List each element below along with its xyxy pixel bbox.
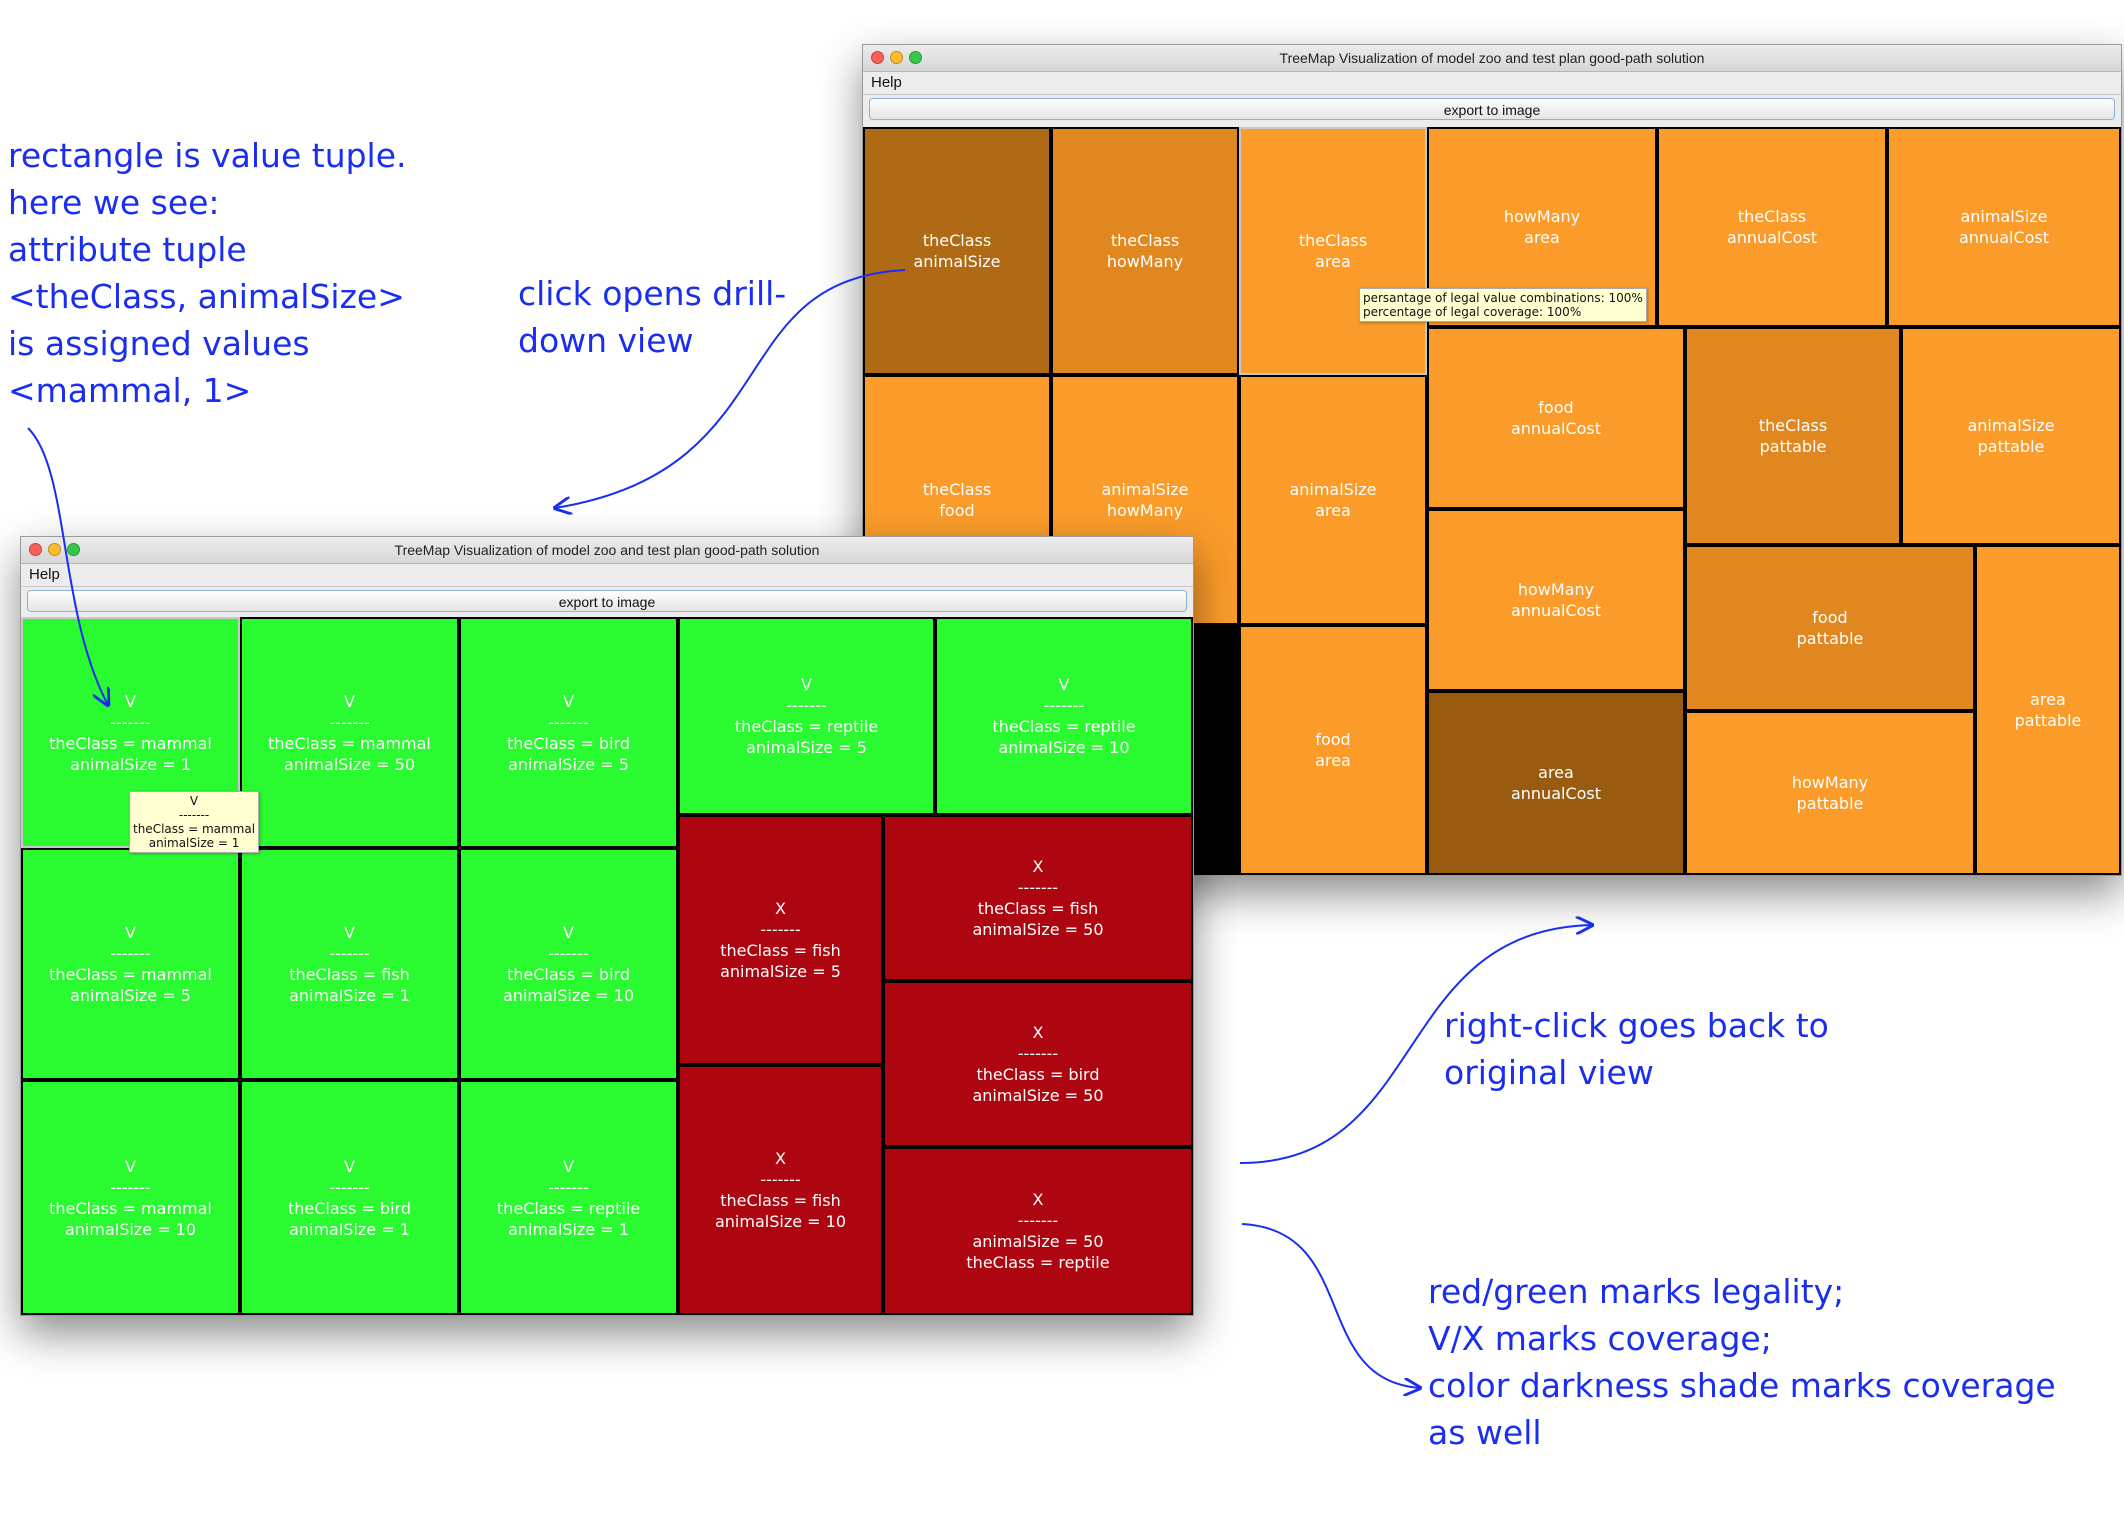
arrow-back-to-original [1239, 925, 1592, 1164]
annotation-arrows [27, 269, 2124, 1518]
arrow-legend [1241, 1223, 1420, 1388]
arrow-drill-down [555, 269, 906, 508]
arrow-to-first-cell [27, 427, 108, 705]
